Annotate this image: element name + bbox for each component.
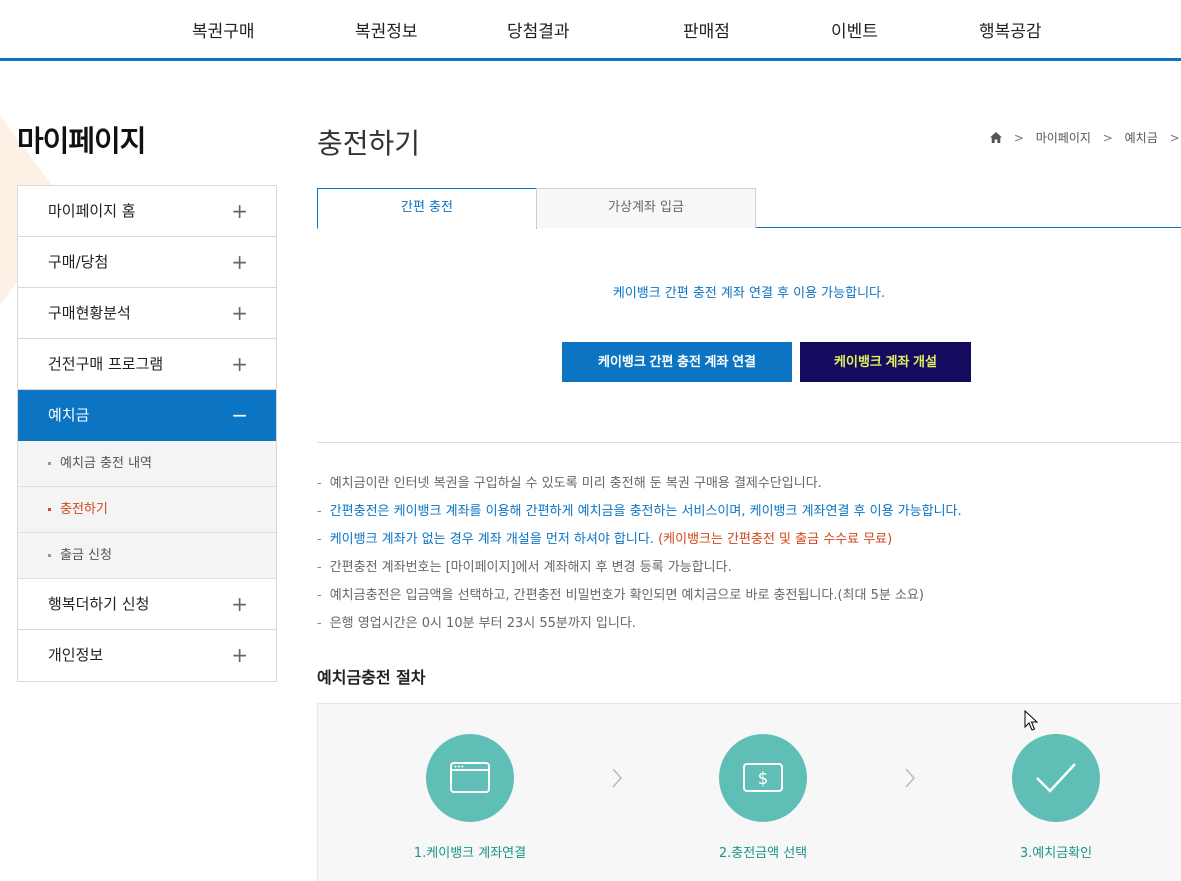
step-1-label: 1.케이뱅크 계좌연결: [413, 846, 527, 861]
page-title: 충전하기: [317, 127, 421, 160]
step-2-circle: $: [719, 734, 807, 822]
sidebar-item-happiness-plus[interactable]: 행복더하기 신청 +: [18, 579, 276, 630]
submenu-item-label: 출금 신청: [60, 548, 112, 563]
tab-simple-charge[interactable]: 간편 충전: [317, 188, 537, 229]
breadcrumb-deposit[interactable]: 예치금: [1125, 131, 1158, 145]
info-item: - 예치금이란 인터넷 복권을 구입하실 수 있도록 미리 충전해 둔 복권 구매…: [317, 476, 822, 491]
notice-text: 케이뱅크 간편 충전 계좌 연결 후 이용 가능합니다.: [612, 286, 886, 301]
step-2-label: 2.충전금액 선택: [718, 846, 808, 861]
sidebar-item-label: 예치금: [48, 406, 90, 424]
plus-icon: +: [231, 592, 248, 616]
step-3-circle: [1012, 734, 1100, 822]
submenu-item-withdraw[interactable]: 출금 신청: [18, 533, 276, 579]
nav-happiness[interactable]: 행복공감: [979, 17, 1042, 42]
info-item: - 은행 영업시간은 0시 10분 부터 23시 55분까지 입니다.: [317, 616, 636, 631]
process-title: 예치금충전 절차: [317, 668, 426, 687]
sidebar-item-deposit[interactable]: 예치금 −: [18, 390, 276, 441]
sidebar-item-purchase-win[interactable]: 구매/당첨 +: [18, 237, 276, 288]
nav-lottery-info[interactable]: 복권정보: [355, 17, 418, 42]
chevron-right-icon: >: [1169, 131, 1180, 145]
info-list: - 예치금이란 인터넷 복권을 구입하실 수 있도록 미리 충전해 둔 복권 구매…: [317, 470, 1181, 638]
chevron-right-icon: [905, 768, 916, 788]
sidebar-item-label: 구매현황분석: [48, 304, 131, 322]
fee-free-note: (케이뱅크는 간편충전 및 출금 수수료 무료): [658, 532, 893, 547]
top-navigation: 복권구매 복권정보 당첨결과 판매점 이벤트 행복공감: [0, 0, 1181, 61]
submenu-item-deposit-history[interactable]: 예치금 충전 내역: [18, 441, 276, 487]
dollar-bill-icon: $: [743, 763, 783, 792]
divider: [317, 442, 1181, 443]
connect-account-button[interactable]: 케이뱅크 간편 충전 계좌 연결: [562, 342, 792, 382]
plus-icon: +: [231, 250, 248, 274]
sidebar-item-label: 건전구매 프로그램: [48, 355, 164, 373]
breadcrumb: > 마이페이지 > 예치금 > 충: [990, 129, 1181, 146]
tab-virtual-account[interactable]: 가상계좌 입금: [536, 188, 756, 228]
breadcrumb-mypage[interactable]: 마이페이지: [1036, 131, 1091, 145]
sidebar-item-label: 행복더하기 신청: [48, 595, 150, 613]
bullet-icon: [48, 462, 51, 465]
bullet-icon: [48, 554, 51, 557]
sidebar-item-mypage-home[interactable]: 마이페이지 홈 +: [18, 186, 276, 237]
plus-icon: +: [231, 301, 248, 325]
mouse-cursor-icon: [1024, 710, 1038, 731]
plus-icon: +: [231, 199, 248, 223]
browser-window-icon: [450, 762, 490, 793]
submenu-item-charge[interactable]: 충전하기: [18, 487, 276, 533]
process-box: 1.케이뱅크 계좌연결 $ 2.충전금액 선택 3.예치금확인: [317, 703, 1181, 881]
chevron-right-icon: >: [1013, 131, 1024, 145]
submenu-item-label: 예치금 충전 내역: [60, 456, 152, 471]
nav-results[interactable]: 당첨결과: [507, 17, 570, 42]
sidebar-title: 마이페이지: [17, 124, 146, 158]
plus-icon: +: [231, 352, 248, 376]
step-3-label: 3.예치금확인: [1019, 846, 1093, 861]
open-account-button[interactable]: 케이뱅크 계좌 개설: [800, 342, 971, 382]
sidebar-item-label: 개인정보: [48, 646, 104, 664]
chevron-right-icon: >: [1102, 131, 1113, 145]
charge-tabs: 간편 충전 가상계좌 입금: [317, 188, 1181, 229]
nav-lottery-purchase[interactable]: 복권구매: [192, 17, 255, 42]
deposit-submenu: 예치금 충전 내역 충전하기 출금 신청: [18, 441, 276, 579]
sidebar-item-personal-info[interactable]: 개인정보 +: [18, 630, 276, 681]
info-item: - 간편충전 계좌번호는 [마이페이지]에서 계좌해지 후 변경 등록 가능합니다…: [317, 560, 732, 575]
checkmark-icon: [1036, 763, 1076, 793]
sidebar-item-purchase-analysis[interactable]: 구매현황분석 +: [18, 288, 276, 339]
chevron-right-icon: [612, 768, 623, 788]
sidebar-menu: 마이페이지 홈 + 구매/당첨 + 구매현황분석 + 건전구매 프로그램 + 예…: [17, 185, 277, 682]
nav-retailers[interactable]: 판매점: [683, 17, 730, 42]
submenu-item-label: 충전하기: [60, 502, 108, 517]
home-icon[interactable]: [990, 132, 1002, 143]
sidebar-item-label: 마이페이지 홈: [48, 202, 136, 220]
bullet-icon: [48, 508, 51, 511]
info-item: - 예치금충전은 입금액을 선택하고, 간편충전 비밀번호가 확인되면 예치금으로…: [317, 588, 924, 603]
nav-events[interactable]: 이벤트: [831, 17, 878, 42]
minus-icon: −: [231, 403, 248, 427]
sidebar-item-label: 구매/당첨: [48, 253, 109, 271]
plus-icon: +: [231, 643, 248, 667]
sidebar-item-healthy-purchase[interactable]: 건전구매 프로그램 +: [18, 339, 276, 390]
info-item: - 간편충전은 케이뱅크 계좌를 이용해 간편하게 예치금을 충전하는 서비스이며…: [317, 504, 962, 519]
info-item: - 케이뱅크 계좌가 없는 경우 계좌 개설을 먼저 하셔야 합니다. (케이뱅크…: [317, 532, 893, 547]
step-1-circle: [426, 734, 514, 822]
svg-text:$: $: [758, 769, 769, 789]
